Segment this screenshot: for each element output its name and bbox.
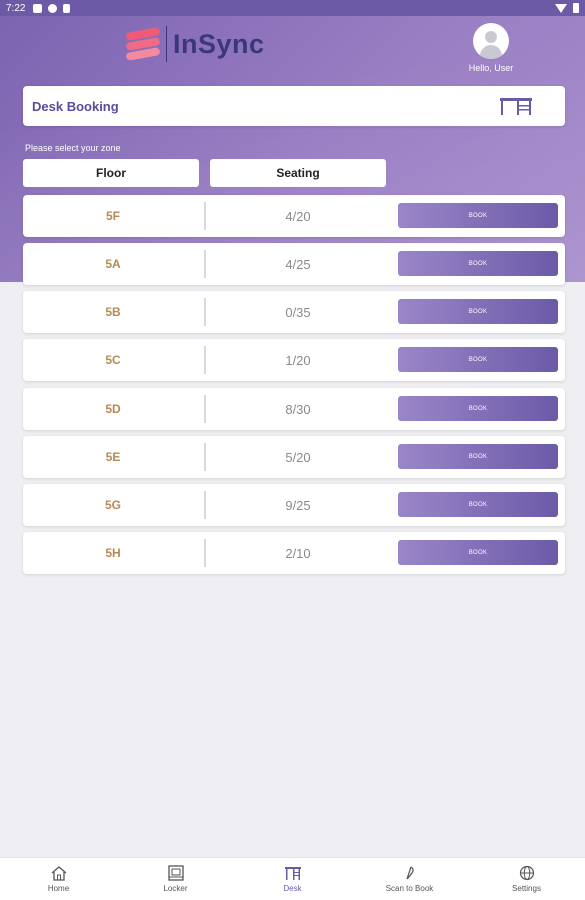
nav-label: Scan to Book <box>385 884 434 893</box>
row-divider <box>204 346 206 374</box>
table-row: 5E 5/20 BOOK <box>23 436 565 478</box>
user-profile[interactable]: Hello, User <box>462 23 520 73</box>
bottom-navigation: Home Locker Desk Scan to Book Settings <box>0 857 585 900</box>
desk-icon <box>284 867 301 880</box>
user-greeting: Hello, User <box>468 63 514 73</box>
seat-count: 2/10 <box>285 545 311 561</box>
nav-desk[interactable]: Desk <box>234 858 351 900</box>
row-divider <box>204 443 206 471</box>
seat-count: 8/30 <box>285 401 311 417</box>
status-bar: 7:22 <box>0 0 585 16</box>
book-button[interactable]: BOOK <box>398 540 558 565</box>
wifi-icon <box>555 3 567 13</box>
scan-icon <box>405 866 414 880</box>
notification-icon <box>33 3 43 13</box>
nav-locker[interactable]: Locker <box>117 858 234 900</box>
desk-icon <box>500 98 532 115</box>
seat-count: 9/25 <box>285 497 311 513</box>
seat-count: 5/20 <box>285 449 311 465</box>
app-logo: InSync <box>125 26 265 62</box>
table-row: 5G 9/25 BOOK <box>23 484 565 526</box>
page-title: Desk Booking <box>32 98 119 114</box>
row-divider <box>204 250 206 278</box>
floor-name: 5E <box>105 450 121 464</box>
app-name: InSync <box>173 28 265 59</box>
tab-seating[interactable]: Seating <box>210 159 386 187</box>
book-button[interactable]: BOOK <box>398 203 558 228</box>
row-divider <box>204 491 206 519</box>
logo-divider <box>166 26 167 62</box>
avatar[interactable] <box>473 23 509 59</box>
nav-scan-to-book[interactable]: Scan to Book <box>351 858 468 900</box>
row-divider <box>204 298 206 326</box>
seat-count: 4/20 <box>285 208 311 224</box>
seat-count: 4/25 <box>285 256 311 272</box>
tab-floor[interactable]: Floor <box>23 159 199 187</box>
table-row: 5C 1/20 BOOK <box>23 339 565 381</box>
row-divider <box>204 539 206 567</box>
table-row: 5A 4/25 BOOK <box>23 243 565 285</box>
row-divider <box>204 202 206 230</box>
floor-name: 5C <box>105 353 121 367</box>
floor-name: 5A <box>105 257 121 271</box>
floor-name: 5F <box>105 209 120 223</box>
nav-label: Settings <box>512 884 541 893</box>
book-button[interactable]: BOOK <box>398 347 558 372</box>
row-divider <box>204 395 206 423</box>
floor-name: 5B <box>105 305 121 319</box>
table-row: 5D 8/30 BOOK <box>23 388 565 430</box>
table-row: 5F 4/20 BOOK <box>23 195 565 237</box>
notification-icon <box>48 3 58 13</box>
table-row: 5H 2/10 BOOK <box>23 532 565 574</box>
locker-icon <box>167 865 184 881</box>
seat-count: 1/20 <box>285 352 311 368</box>
book-button[interactable]: BOOK <box>398 492 558 517</box>
sd-card-icon <box>63 3 71 13</box>
floor-name: 5D <box>105 402 121 416</box>
table-row: 5B 0/35 BOOK <box>23 291 565 333</box>
globe-icon <box>519 865 534 881</box>
nav-label: Desk <box>283 884 302 893</box>
nav-label: Home <box>47 884 70 893</box>
status-time: 7:22 <box>6 2 26 14</box>
book-button[interactable]: BOOK <box>398 299 558 324</box>
home-icon <box>51 866 66 881</box>
floor-name: 5G <box>104 498 121 512</box>
zone-prompt: Please select your zone <box>25 143 121 153</box>
book-button[interactable]: BOOK <box>398 396 558 421</box>
logo-mark-icon <box>125 27 161 61</box>
nav-home[interactable]: Home <box>0 858 117 900</box>
nav-label: Locker <box>163 884 188 893</box>
floor-name: 5H <box>105 546 121 560</box>
book-button[interactable]: BOOK <box>398 444 558 469</box>
battery-icon <box>573 3 579 13</box>
desk-booking-bar: Desk Booking <box>23 86 565 126</box>
book-button[interactable]: BOOK <box>398 251 558 276</box>
seat-count: 0/35 <box>285 304 311 320</box>
nav-settings[interactable]: Settings <box>468 858 585 900</box>
